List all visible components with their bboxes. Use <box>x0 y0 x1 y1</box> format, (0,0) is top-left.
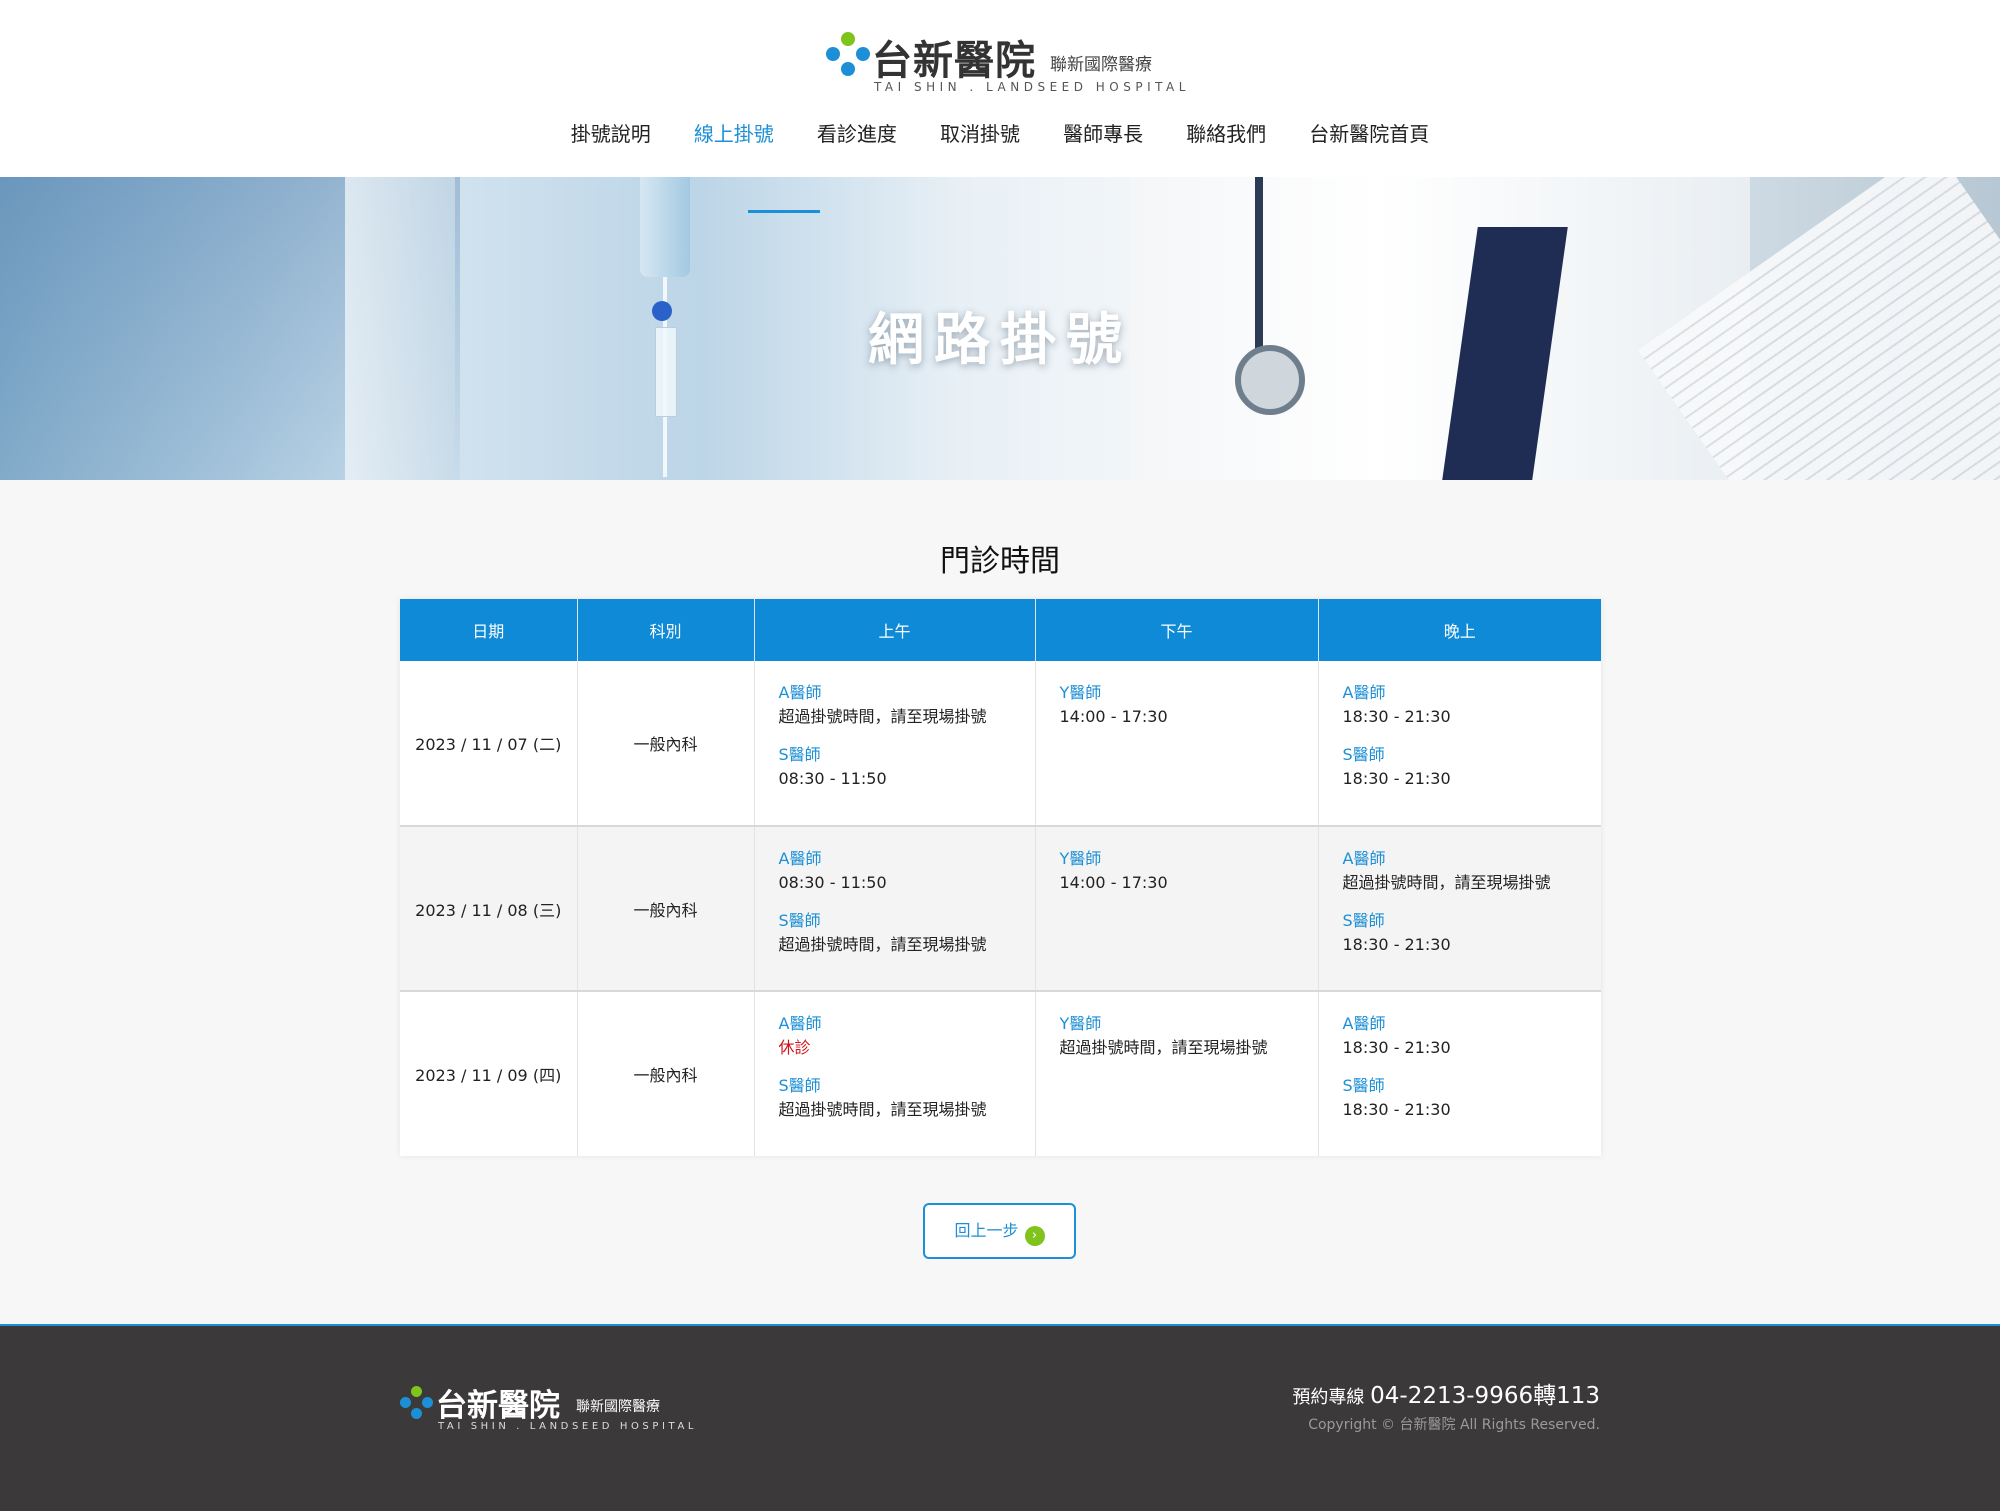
doctor-link[interactable]: S醫師 <box>1343 1074 1578 1098</box>
doctor-link[interactable]: S醫師 <box>779 743 1011 767</box>
back-button[interactable]: 回上一步 › <box>923 1203 1076 1259</box>
nav-item-registration-info[interactable]: 掛號說明 <box>571 118 651 147</box>
site-logo[interactable]: 台新醫院 聯新國際醫療 TAI SHIN . LANDSEED HOSPITAL <box>826 30 1185 94</box>
slot-time[interactable]: 18:30 - 21:30 <box>1343 1036 1578 1060</box>
slot-time[interactable]: 18:30 - 21:30 <box>1343 1098 1578 1122</box>
doctor-link[interactable]: S醫師 <box>1343 743 1578 767</box>
closed-status: 休診 <box>778 1038 811 1057</box>
header-evening: 晚上 <box>1318 599 1601 661</box>
banner-title: 網路掛號 <box>868 308 1132 373</box>
section-title: 門診時間 <box>940 544 1060 579</box>
chevron-right-icon: › <box>1024 1226 1045 1246</box>
clinic-schedule-table: 日期 科別 上午 下午 晚上 2023 / 11 / 07 (二) 一般內科 A… <box>400 599 1601 1156</box>
doctor-link[interactable]: A醫師 <box>1343 681 1578 705</box>
logo-clover-icon <box>826 32 870 76</box>
nav-item-doctors[interactable]: 醫師專長 <box>1063 118 1143 147</box>
logo-english: TAI SHIN . LANDSEED HOSPITAL <box>874 80 1190 94</box>
footer-logo-english: TAI SHIN . LANDSEED HOSPITAL <box>438 1421 698 1432</box>
site-header: 台新醫院 聯新國際醫療 TAI SHIN . LANDSEED HOSPITAL… <box>0 0 2000 177</box>
doctor-link[interactable]: Y醫師 <box>1060 847 1294 871</box>
logo-name: 台新醫院 <box>872 38 1036 84</box>
slot-time[interactable]: 18:30 - 21:30 <box>1343 767 1578 791</box>
doctor-link[interactable]: S醫師 <box>779 909 1011 933</box>
footer-logo-subtitle: 聯新國際醫療 <box>576 1399 660 1415</box>
back-button-label: 回上一步 <box>954 1221 1019 1240</box>
slot-time[interactable]: 18:30 - 21:30 <box>1343 705 1578 729</box>
slot-time[interactable]: 14:00 - 17:30 <box>1060 871 1294 895</box>
active-nav-indicator <box>748 210 820 213</box>
slot-time: 超過掛號時間，請至現場掛號 <box>1342 873 1551 892</box>
header-afternoon: 下午 <box>1035 599 1319 661</box>
cell-evening: A醫師 18:30 - 21:30 S醫師 18:30 - 21:30 <box>1318 661 1601 826</box>
slot-time[interactable]: 08:30 - 11:50 <box>779 767 1011 791</box>
slot-time: 超過掛號時間，請至現場掛號 <box>778 707 987 726</box>
nav-item-online-registration[interactable]: 線上掛號 <box>694 118 774 147</box>
logo-clover-icon <box>400 1386 434 1420</box>
iv-bag-image <box>640 177 690 277</box>
cell-evening: A醫師 18:30 - 21:30 S醫師 18:30 - 21:30 <box>1318 991 1601 1156</box>
doctor-link[interactable]: A醫師 <box>1343 1012 1578 1036</box>
slot-time: 超過掛號時間，請至現場掛號 <box>1059 1038 1268 1057</box>
header-date: 日期 <box>400 599 578 661</box>
cell-morning: A醫師 08:30 - 11:50 S醫師 超過掛號時間，請至現場掛號 <box>754 826 1036 991</box>
nav-item-progress[interactable]: 看診進度 <box>817 118 897 147</box>
cell-dept: 一般內科 <box>577 991 755 1156</box>
cell-date: 2023 / 11 / 09 (四) <box>400 991 578 1156</box>
slot-time[interactable]: 14:00 - 17:30 <box>1060 705 1294 729</box>
header-morning: 上午 <box>754 599 1036 661</box>
cell-evening: A醫師 超過掛號時間，請至現場掛號 S醫師 18:30 - 21:30 <box>1318 826 1601 991</box>
hotline-number[interactable]: 04-2213-9966轉113 <box>1370 1383 1600 1409</box>
nav-item-cancel[interactable]: 取消掛號 <box>940 118 1020 147</box>
main-nav: 掛號說明 線上掛號 看診進度 取消掛號 醫師專長 聯絡我們 台新醫院首頁 <box>0 118 2000 152</box>
cell-dept: 一般內科 <box>577 661 755 826</box>
hotline: 預約專線 04-2213-9966轉113 <box>1292 1376 1600 1410</box>
doctor-link[interactable]: A醫師 <box>779 681 1011 705</box>
doctor-link[interactable]: A醫師 <box>1343 847 1578 871</box>
cell-morning: A醫師 超過掛號時間，請至現場掛號 S醫師 08:30 - 11:50 <box>754 661 1036 826</box>
nav-item-home[interactable]: 台新醫院首頁 <box>1309 118 1429 147</box>
cell-morning: A醫師 休診 S醫師 超過掛號時間，請至現場掛號 <box>754 991 1036 1156</box>
logo-subtitle: 聯新國際醫療 <box>1050 55 1152 75</box>
hero-banner: 網路掛號 <box>0 177 2000 480</box>
doctor-link[interactable]: S醫師 <box>1343 909 1578 933</box>
table-row: 2023 / 11 / 07 (二) 一般內科 A醫師 超過掛號時間，請至現場掛… <box>400 661 1601 826</box>
cell-afternoon: Y醫師 14:00 - 17:30 <box>1035 661 1319 826</box>
cell-dept: 一般內科 <box>577 826 755 991</box>
table-row: 2023 / 11 / 08 (三) 一般內科 A醫師 08:30 - 11:5… <box>400 826 1601 991</box>
nav-item-contact[interactable]: 聯絡我們 <box>1186 118 1266 147</box>
doctor-link[interactable]: Y醫師 <box>1060 1012 1294 1036</box>
table-header-row: 日期 科別 上午 下午 晚上 <box>400 599 1601 661</box>
slot-time: 超過掛號時間，請至現場掛號 <box>778 935 987 954</box>
footer-logo-name: 台新醫院 <box>436 1388 560 1424</box>
cell-afternoon: Y醫師 14:00 - 17:30 <box>1035 826 1319 991</box>
table-row: 2023 / 11 / 09 (四) 一般內科 A醫師 休診 S醫師 超過掛號時… <box>400 991 1601 1156</box>
copyright: Copyright © 台新醫院 All Rights Reserved. <box>1308 1417 1600 1433</box>
cell-afternoon: Y醫師 超過掛號時間，請至現場掛號 <box>1035 991 1319 1156</box>
footer-logo[interactable]: 台新醫院 聯新國際醫療 TAI SHIN . LANDSEED HOSPITAL <box>400 1384 700 1438</box>
slot-time[interactable]: 08:30 - 11:50 <box>779 871 1011 895</box>
doctor-link[interactable]: A醫師 <box>779 1012 1011 1036</box>
doctor-link[interactable]: Y醫師 <box>1060 681 1294 705</box>
slot-time[interactable]: 18:30 - 21:30 <box>1343 933 1578 957</box>
slot-time: 超過掛號時間，請至現場掛號 <box>778 1100 987 1119</box>
site-footer: 台新醫院 聯新國際醫療 TAI SHIN . LANDSEED HOSPITAL… <box>0 1324 2000 1511</box>
cell-date: 2023 / 11 / 07 (二) <box>400 661 578 826</box>
doctor-link[interactable]: S醫師 <box>779 1074 1011 1098</box>
cell-date: 2023 / 11 / 08 (三) <box>400 826 578 991</box>
doctor-link[interactable]: A醫師 <box>779 847 1011 871</box>
header-dept: 科別 <box>577 599 755 661</box>
hotline-label: 預約專線 <box>1292 1387 1365 1408</box>
